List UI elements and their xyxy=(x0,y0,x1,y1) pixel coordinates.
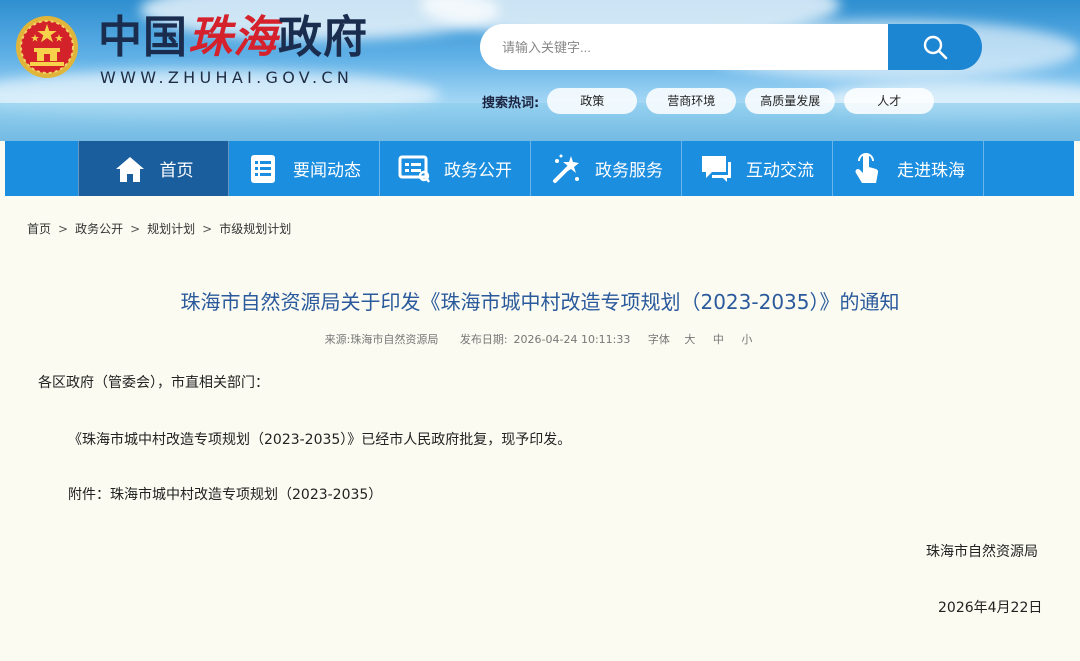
hot-search-label: 搜索热词: xyxy=(482,95,540,111)
font-size-small-button[interactable]: 小 xyxy=(741,333,752,346)
breadcrumb: 首页 > 政务公开 > 规划计划 > 市级规划计划 xyxy=(27,220,291,237)
article-paragraph: 《珠海市城中村改造专项规划（2023-2035）》已经市人民政府批复，现予印发。 xyxy=(68,432,572,448)
nav-item-label: 首页 xyxy=(159,161,194,181)
font-size-large-button[interactable]: 大 xyxy=(684,333,695,346)
chat-icon xyxy=(700,153,732,185)
breadcrumb-separator-icon: > xyxy=(58,221,69,236)
nav-item-news[interactable]: 要闻动态 xyxy=(229,141,380,196)
site-title-part: 中国 xyxy=(98,12,188,63)
font-size-medium-button[interactable]: 中 xyxy=(713,333,724,346)
search-button[interactable] xyxy=(888,24,982,70)
hot-tag[interactable]: 高质量发展 xyxy=(745,88,836,114)
nav-item-services[interactable]: 政务服务 xyxy=(531,141,682,196)
main-nav: 首页 要闻动态 政务公开 政务服务 互动交流 走进珠海 xyxy=(5,141,1074,196)
national-emblem-icon xyxy=(16,16,78,78)
breadcrumb-link[interactable]: 首页 xyxy=(27,220,51,237)
hot-search-terms: 搜索热词: 政策 营商环境 高质量发展 人才 xyxy=(482,88,943,114)
nav-item-zhuhai[interactable]: 走进珠海 xyxy=(833,141,984,196)
search-icon xyxy=(923,35,948,60)
nav-item-label: 政务公开 xyxy=(444,161,512,181)
site-header: 中国珠海政府 WWW.ZHUHAI.GOV.CN 搜索热词: 政策 营商环境 高… xyxy=(0,0,1080,141)
date-label: 发布日期: xyxy=(459,333,508,346)
hot-tag[interactable]: 人才 xyxy=(844,88,935,114)
nav-item-home[interactable]: 首页 xyxy=(78,141,229,196)
breadcrumb-link[interactable]: 政务公开 xyxy=(75,220,123,237)
font-size-label: 字体 xyxy=(647,333,670,346)
article-title: 珠海市自然资源局关于印发《珠海市城中村改造专项规划（2023-2035）》的通知 xyxy=(180,290,900,314)
search-input[interactable] xyxy=(480,24,890,70)
site-title-part: 政府 xyxy=(278,12,368,63)
breadcrumb-separator-icon: > xyxy=(202,221,213,236)
breadcrumb-link[interactable]: 市级规划计划 xyxy=(219,220,291,237)
article-signature: 珠海市自然资源局 xyxy=(926,544,1038,560)
service-wand-icon xyxy=(549,153,581,185)
breadcrumb-link[interactable]: 规划计划 xyxy=(147,220,195,237)
date-value: 2026-04-24 10:11:33 xyxy=(513,333,631,346)
site-title[interactable]: 中国珠海政府 xyxy=(98,12,368,64)
nav-item-label: 要闻动态 xyxy=(293,161,361,181)
article-meta: 来源:珠海市自然资源局 发布日期: 2026-04-24 10:11:33 字体 … xyxy=(0,331,1080,347)
site-url: WWW.ZHUHAI.GOV.CN xyxy=(100,68,354,87)
source-value: 珠海市自然资源局 xyxy=(350,333,439,346)
article-salutation: 各区政府（管委会），市直相关部门： xyxy=(38,375,269,391)
public-doc-icon xyxy=(398,153,430,185)
breadcrumb-separator-icon: > xyxy=(130,221,141,236)
nav-item-label: 互动交流 xyxy=(746,161,814,181)
nav-item-public-affairs[interactable]: 政务公开 xyxy=(380,141,531,196)
search-bar xyxy=(480,24,982,70)
article-attachment[interactable]: 附件：珠海市城中村改造专项规划（2023-2035） xyxy=(68,484,382,504)
article-sign-date: 2026年4月22日 xyxy=(938,600,1043,616)
nav-item-label: 走进珠海 xyxy=(897,161,965,181)
nav-item-interaction[interactable]: 互动交流 xyxy=(682,141,833,196)
home-icon xyxy=(114,153,146,185)
site-title-calligraphy: 珠海 xyxy=(188,12,278,63)
hot-tag[interactable]: 营商环境 xyxy=(646,88,737,114)
news-list-icon xyxy=(247,153,279,185)
hot-tag[interactable]: 政策 xyxy=(547,88,638,114)
source-label: 来源: xyxy=(324,333,351,346)
tap-hand-icon xyxy=(851,152,883,185)
nav-item-label: 政务服务 xyxy=(595,161,663,181)
